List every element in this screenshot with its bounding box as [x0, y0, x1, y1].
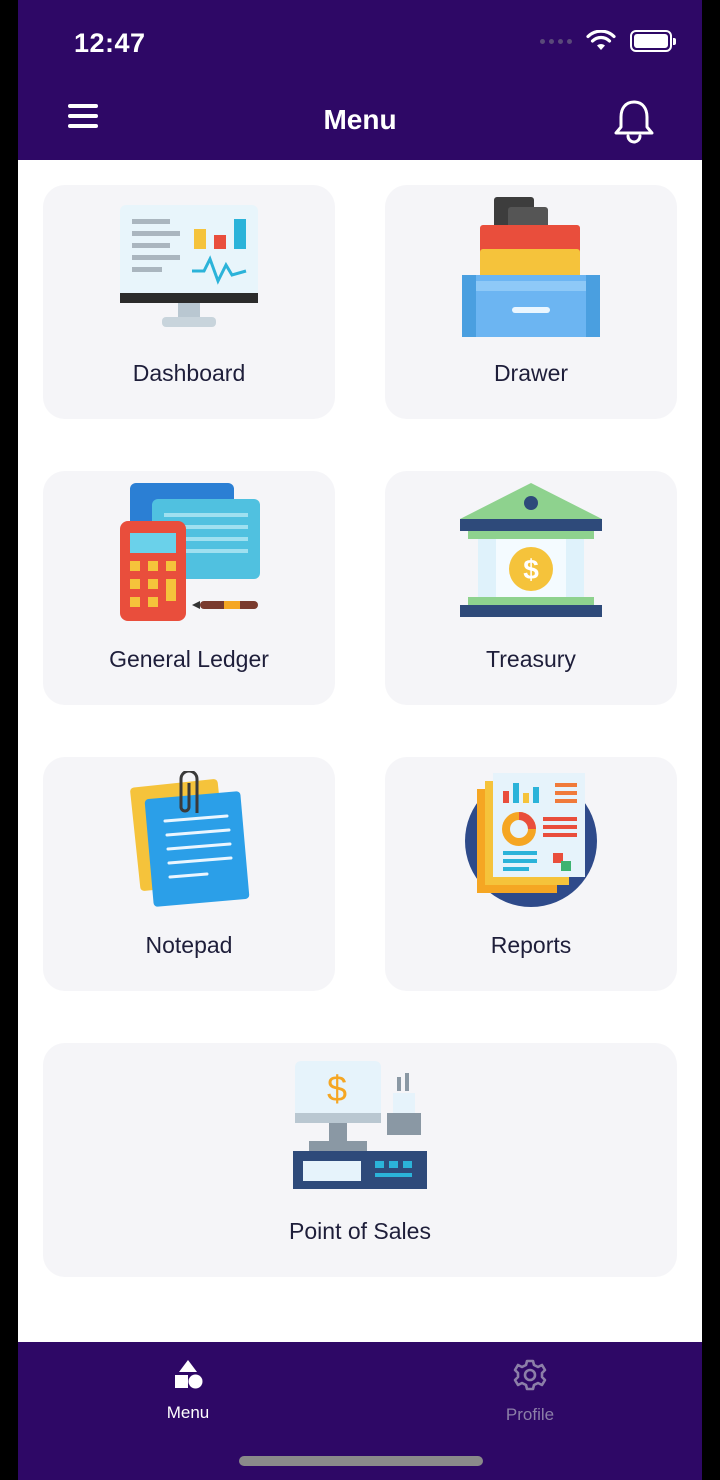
cellular-signal-icon — [540, 38, 572, 44]
menu-card-dashboard[interactable]: Dashboard — [43, 185, 335, 419]
nav-item-profile[interactable]: Profile — [430, 1358, 630, 1425]
menu-card-treasury[interactable]: $ Treasury — [385, 471, 677, 705]
status-time: 12:47 — [74, 28, 146, 58]
battery-icon — [630, 30, 676, 52]
card-label: Dashboard — [132, 360, 246, 386]
dashboard-monitor-icon — [120, 205, 258, 327]
svg-text:$: $ — [327, 1068, 347, 1109]
app-screen: 12:47 Menu Dashboard Drawer General Ledg… — [18, 0, 702, 1480]
card-label: Drawer — [493, 360, 569, 386]
wifi-icon — [586, 30, 616, 50]
menu-card-general-ledger[interactable]: General Ledger — [43, 471, 335, 705]
notification-bell-icon[interactable] — [612, 98, 656, 144]
card-label: Treasury — [486, 646, 576, 672]
shapes-icon — [175, 1360, 203, 1389]
nav-label-profile: Profile — [505, 1405, 555, 1424]
gear-icon — [513, 1359, 547, 1391]
notepad-icon — [130, 771, 250, 907]
point-of-sales-icon: $ — [293, 1061, 427, 1189]
menu-card-drawer[interactable]: Drawer — [385, 185, 677, 419]
top-app-bar: 12:47 Menu — [18, 0, 702, 160]
menu-card-notepad[interactable]: Notepad — [43, 757, 335, 991]
card-label: Point of Sales — [289, 1218, 431, 1244]
nav-label-menu: Menu — [166, 1403, 210, 1422]
home-indicator[interactable] — [239, 1456, 483, 1466]
general-ledger-icon — [120, 483, 260, 621]
card-label: General Ledger — [109, 646, 269, 672]
card-label: Reports — [490, 932, 572, 958]
page-title: Menu — [323, 104, 397, 135]
status-icons — [540, 30, 676, 52]
svg-text:$: $ — [523, 554, 539, 585]
nav-item-menu[interactable]: Menu — [88, 1358, 288, 1423]
drawer-icon — [462, 197, 600, 337]
menu-card-reports[interactable]: Reports — [385, 757, 677, 991]
card-label: Notepad — [145, 932, 233, 958]
reports-icon — [465, 773, 597, 907]
treasury-bank-icon: $ — [460, 483, 602, 617]
menu-card-point-of-sales[interactable]: $ Point of Sales — [43, 1043, 677, 1277]
